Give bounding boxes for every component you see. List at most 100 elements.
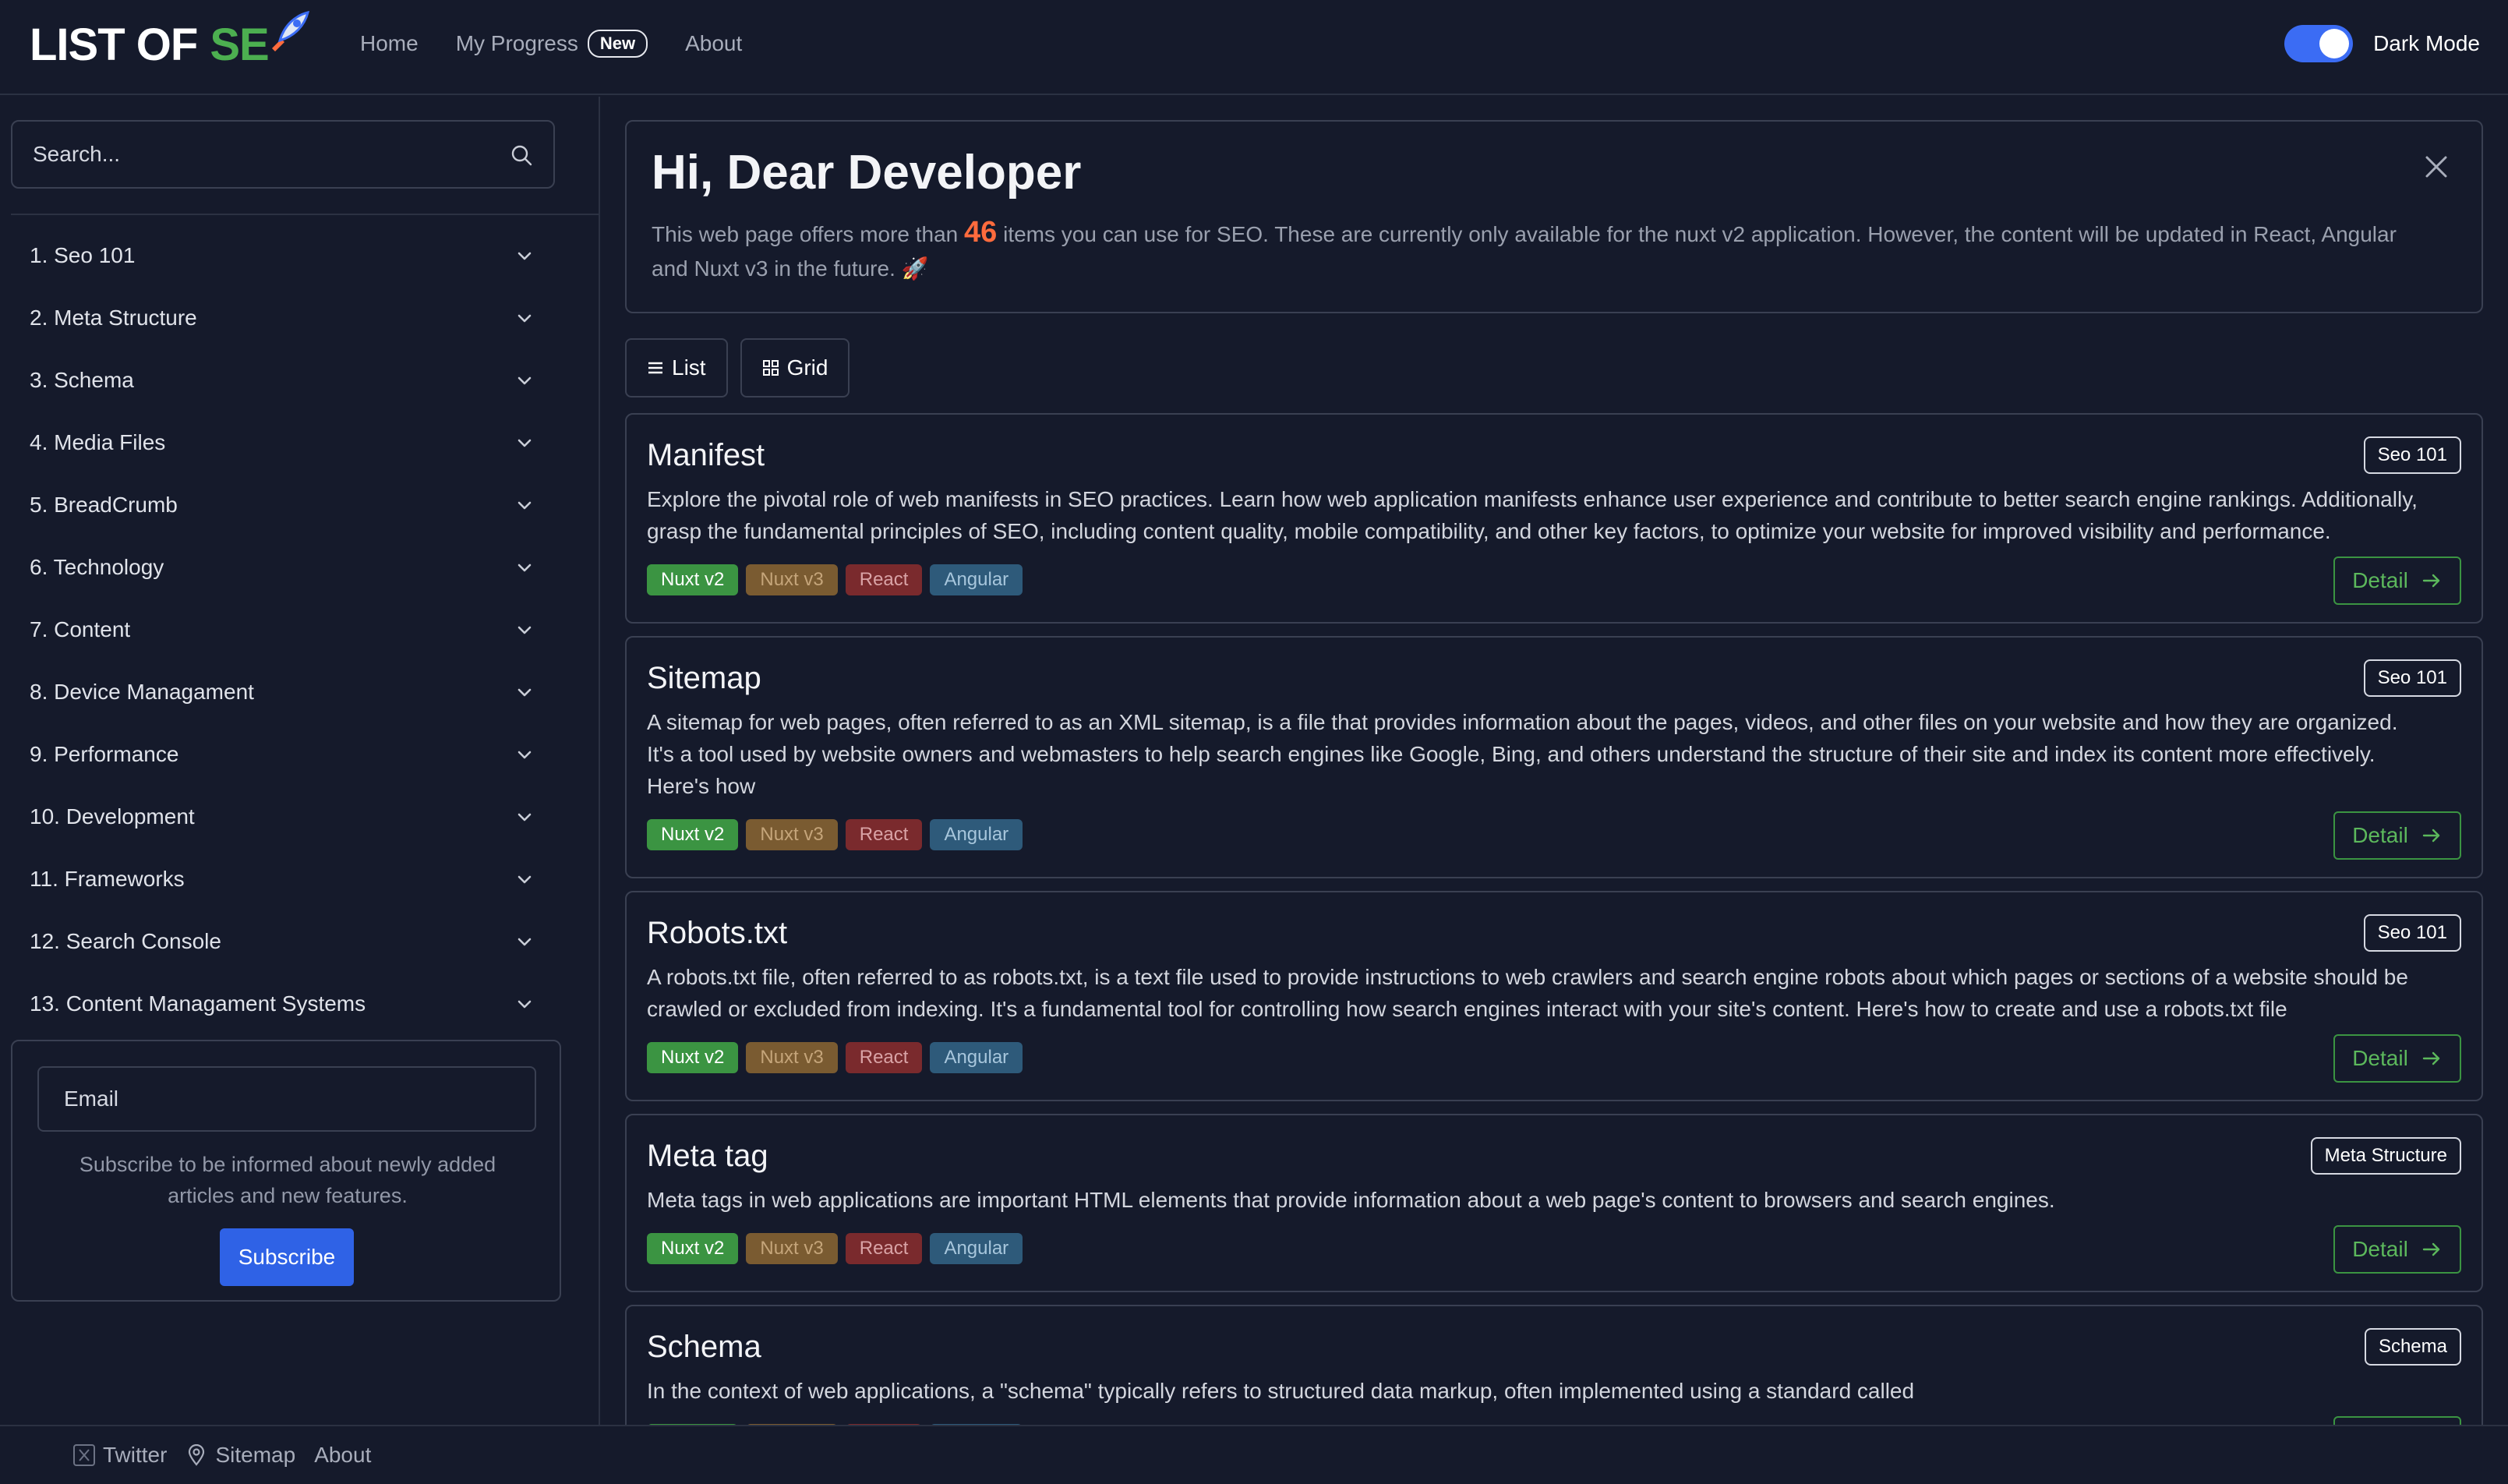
- detail-label: Detail: [2352, 1237, 2408, 1261]
- detail-label: Detail: [2352, 568, 2408, 592]
- sidebar-item[interactable]: 2. Meta Structure: [11, 287, 556, 349]
- category-badge: Seo 101: [2363, 659, 2461, 697]
- item-title[interactable]: Sitemap: [647, 658, 2461, 698]
- sidebar-item-label: 3. Schema: [30, 368, 134, 392]
- search-input[interactable]: [12, 142, 480, 167]
- grid-view-label: Grid: [786, 355, 828, 380]
- nav-my-progress-label: My Progress: [455, 31, 578, 55]
- list-icon: [648, 362, 662, 374]
- arrow-right-icon: [2422, 574, 2439, 588]
- detail-button[interactable]: Detail: [2333, 1225, 2461, 1274]
- item-description: A robots.txt file, often referred to as …: [647, 965, 2408, 1021]
- welcome-title: Hi, Dear Developer: [652, 146, 1082, 200]
- sidebar-item[interactable]: 6. Technology: [11, 536, 556, 599]
- close-icon[interactable]: [2422, 153, 2450, 181]
- sidebar-item[interactable]: 11. Frameworks: [11, 848, 556, 910]
- list-view-button[interactable]: List: [625, 338, 728, 398]
- welcome-text: This web page offers more than 46 items …: [652, 216, 2397, 281]
- item-count: 46: [964, 216, 998, 249]
- footer: Twitter Sitemap About: [0, 1425, 2508, 1484]
- item-description: Meta tags in web applications are import…: [647, 1188, 2055, 1212]
- grid-view-button[interactable]: Grid: [740, 338, 850, 398]
- category-menu: 1. Seo 101 2. Meta Structure 3. Schema 4. M…: [11, 224, 556, 1035]
- dark-mode-control: Dark Mode: [2284, 20, 2480, 67]
- nav-about[interactable]: About: [685, 31, 742, 56]
- sidebar-item[interactable]: 1. Seo 101: [11, 224, 556, 287]
- subscribe-text: Subscribe to be informed about newly add…: [79, 1153, 496, 1207]
- dark-mode-label: Dark Mode: [2373, 31, 2480, 55]
- sidebar-item[interactable]: 5. BreadCrumb: [11, 474, 556, 536]
- sidebar-item[interactable]: 8. Device Managament: [11, 661, 556, 723]
- chevron-down-icon: [517, 938, 532, 946]
- category-badge: Seo 101: [2363, 914, 2461, 952]
- item-title[interactable]: Meta tag: [647, 1136, 2461, 1176]
- sidebar-item[interactable]: 13. Content Managament Systems: [11, 973, 556, 1035]
- tag-angular: Angular: [930, 819, 1023, 850]
- footer-twitter-link[interactable]: Twitter: [73, 1443, 167, 1468]
- sidebar-item[interactable]: 10. Development: [11, 786, 556, 848]
- detail-label: Detail: [2352, 1046, 2408, 1070]
- tag-react: React: [845, 1233, 923, 1264]
- arrow-right-icon: [2422, 1242, 2439, 1256]
- tag-nuxt-v2: Nuxt v2: [647, 1042, 739, 1073]
- detail-button[interactable]: Detail: [2333, 811, 2461, 860]
- sidebar: 1. Seo 101 2. Meta Structure 3. Schema 4. M…: [0, 97, 600, 1426]
- rocket-icon: [271, 10, 309, 51]
- chevron-down-icon: [517, 252, 532, 260]
- footer-sitemap-link[interactable]: Sitemap: [185, 1443, 295, 1468]
- sidebar-item[interactable]: 7. Content: [11, 599, 556, 661]
- chevron-down-icon: [517, 626, 532, 634]
- item-title[interactable]: Manifest: [647, 435, 2461, 475]
- sidebar-item-label: 2. Meta Structure: [30, 306, 197, 330]
- footer-about-link[interactable]: About: [314, 1443, 371, 1468]
- search-icon[interactable]: [510, 143, 533, 167]
- tag-angular: Angular: [930, 1042, 1023, 1073]
- tag-nuxt-v3: Nuxt v3: [746, 1233, 838, 1264]
- item-title[interactable]: Robots.txt: [647, 913, 2461, 953]
- footer-sitemap-label: Sitemap: [215, 1443, 296, 1467]
- search-box: [11, 120, 555, 189]
- item-description: Explore the pivotal role of web manifest…: [647, 487, 2418, 543]
- tag-nuxt-v2: Nuxt v2: [647, 1233, 739, 1264]
- map-pin-icon: [189, 1444, 205, 1466]
- item-card: Robots.txt Seo 101 A robots.txt file, ofte…: [625, 891, 2483, 1101]
- nav-home[interactable]: Home: [360, 31, 419, 56]
- item-title[interactable]: Schema: [647, 1327, 2461, 1367]
- nav-my-progress[interactable]: My Progress New: [456, 30, 648, 58]
- tag-nuxt-v3: Nuxt v3: [746, 564, 838, 595]
- email-field[interactable]: [37, 1066, 536, 1132]
- tag-angular: Angular: [930, 564, 1023, 595]
- sidebar-item-label: 9. Performance: [30, 742, 179, 766]
- sidebar-item[interactable]: 3. Schema: [11, 349, 556, 412]
- sidebar-item-label: 12. Search Console: [30, 929, 221, 953]
- sidebar-item-label: 11. Frameworks: [30, 867, 185, 891]
- category-badge: Schema: [2364, 1328, 2461, 1366]
- top-header: LIST OF SE Home My Progress New About Da…: [0, 0, 2508, 95]
- item-list: Manifest Seo 101 Explore the pivotal role …: [625, 413, 2483, 1426]
- sidebar-item[interactable]: 4. Media Files: [11, 412, 556, 474]
- chevron-down-icon: [517, 688, 532, 697]
- tag-angular: Angular: [930, 1233, 1023, 1264]
- dark-mode-toggle[interactable]: [2284, 25, 2354, 62]
- arrow-right-icon: [2422, 1051, 2439, 1065]
- main-content: Hi, Dear Developer This web page offers …: [602, 97, 2508, 1426]
- tag-nuxt-v2: Nuxt v2: [647, 819, 739, 850]
- logo-text: LIST OF: [30, 19, 198, 70]
- logo[interactable]: LIST OF SE: [30, 9, 311, 80]
- sidebar-item-label: 8. Device Managament: [30, 680, 254, 704]
- logo-seo-text: SE: [210, 19, 269, 70]
- subscribe-button[interactable]: Subscribe: [220, 1228, 354, 1286]
- chevron-down-icon: [517, 564, 532, 572]
- sidebar-item-label: 5. BreadCrumb: [30, 493, 178, 517]
- chevron-down-icon: [517, 314, 532, 323]
- footer-twitter-label: Twitter: [103, 1443, 168, 1467]
- sidebar-item[interactable]: 9. Performance: [11, 723, 556, 786]
- detail-button[interactable]: Detail: [2333, 556, 2461, 605]
- framework-tags: Nuxt v2Nuxt v3ReactAngular: [647, 1233, 2461, 1291]
- sidebar-item-label: 13. Content Managament Systems: [30, 991, 366, 1016]
- chevron-down-icon: [517, 875, 532, 884]
- detail-button[interactable]: Detail: [2333, 1034, 2461, 1083]
- item-description: In the context of web applications, a "s…: [647, 1379, 1915, 1403]
- sidebar-item[interactable]: 12. Search Console: [11, 910, 556, 973]
- tag-react: React: [845, 819, 923, 850]
